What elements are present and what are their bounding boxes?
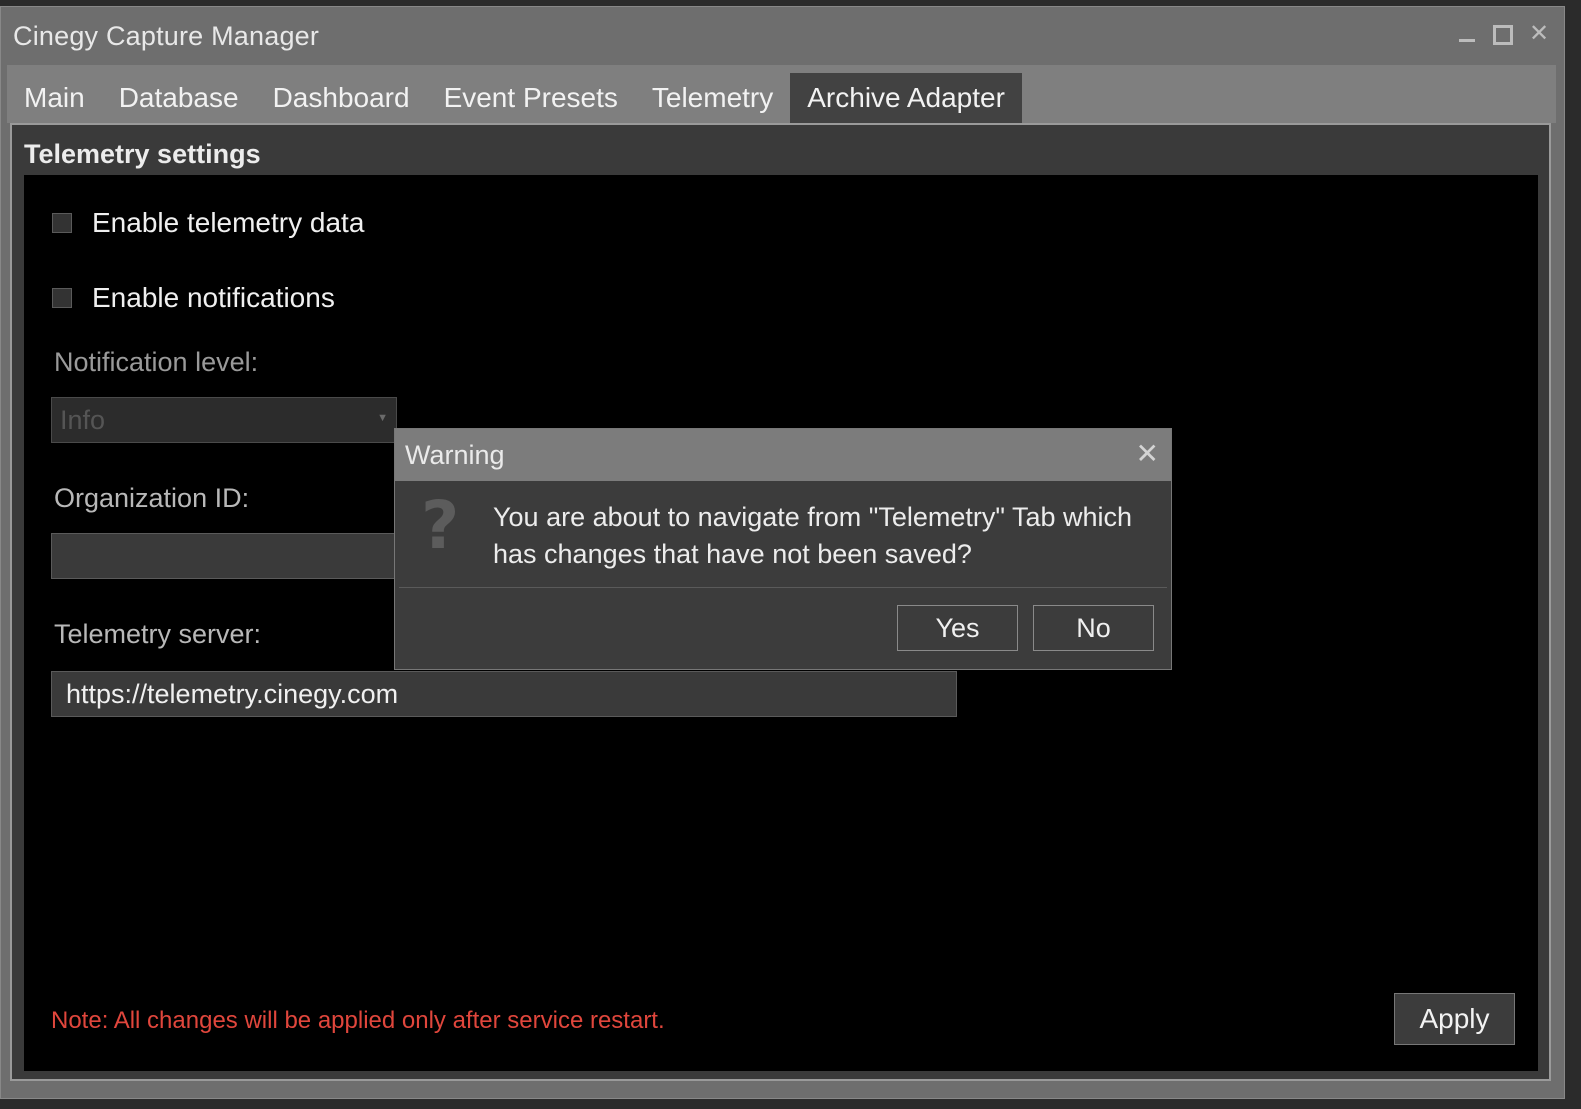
tab-dashboard[interactable]: Dashboard: [256, 73, 427, 123]
organization-id-label: Organization ID:: [54, 483, 250, 513]
telemetry-server-input[interactable]: https://telemetry.cinegy.com: [51, 671, 957, 717]
window-controls: ✕: [1456, 21, 1550, 47]
dialog-divider: [399, 587, 1167, 588]
tab-archive-adapter[interactable]: Archive Adapter: [790, 73, 1022, 123]
yes-button[interactable]: Yes: [897, 605, 1018, 651]
enable-notifications-label[interactable]: Enable notifications: [92, 282, 335, 314]
enable-telemetry-label[interactable]: Enable telemetry data: [92, 207, 364, 239]
enable-notifications-checkbox[interactable]: [52, 288, 72, 308]
maximize-icon[interactable]: [1492, 21, 1514, 47]
notification-level-select[interactable]: Info ▼: [51, 397, 397, 443]
window-title: Cinegy Capture Manager: [13, 21, 320, 51]
telemetry-server-label: Telemetry server:: [54, 619, 262, 649]
restart-note: Note: All changes will be applied only a…: [51, 1007, 665, 1034]
title-bar[interactable]: Cinegy Capture Manager ✕: [1, 7, 1564, 63]
enable-notifications-row[interactable]: Enable notifications: [52, 282, 335, 314]
dialog-close-icon[interactable]: ✕: [1136, 440, 1159, 468]
tab-bar: Main Database Dashboard Event Presets Te…: [7, 65, 1556, 123]
enable-telemetry-checkbox[interactable]: [52, 213, 72, 233]
question-icon: ?: [421, 487, 460, 564]
warning-dialog: Warning ✕ ? You are about to navigate fr…: [394, 428, 1172, 670]
minimize-icon[interactable]: [1456, 21, 1478, 47]
enable-telemetry-row[interactable]: Enable telemetry data: [52, 207, 364, 239]
tab-main[interactable]: Main: [7, 73, 102, 123]
close-icon[interactable]: ✕: [1528, 21, 1550, 47]
tab-database[interactable]: Database: [102, 73, 256, 123]
dialog-title: Warning: [405, 439, 505, 470]
dropdown-arrow-icon: ▼: [377, 412, 388, 424]
dialog-title-bar[interactable]: Warning ✕: [395, 429, 1171, 481]
group-title: Telemetry settings: [24, 133, 1537, 175]
notification-level-label: Notification level:: [54, 347, 259, 377]
apply-button[interactable]: Apply: [1394, 993, 1515, 1045]
no-button[interactable]: No: [1033, 605, 1154, 651]
tab-event-presets[interactable]: Event Presets: [427, 73, 635, 123]
dialog-message: You are about to navigate from "Telemetr…: [493, 502, 1133, 569]
notification-level-value: Info: [60, 404, 106, 435]
tab-telemetry[interactable]: Telemetry: [635, 73, 790, 123]
